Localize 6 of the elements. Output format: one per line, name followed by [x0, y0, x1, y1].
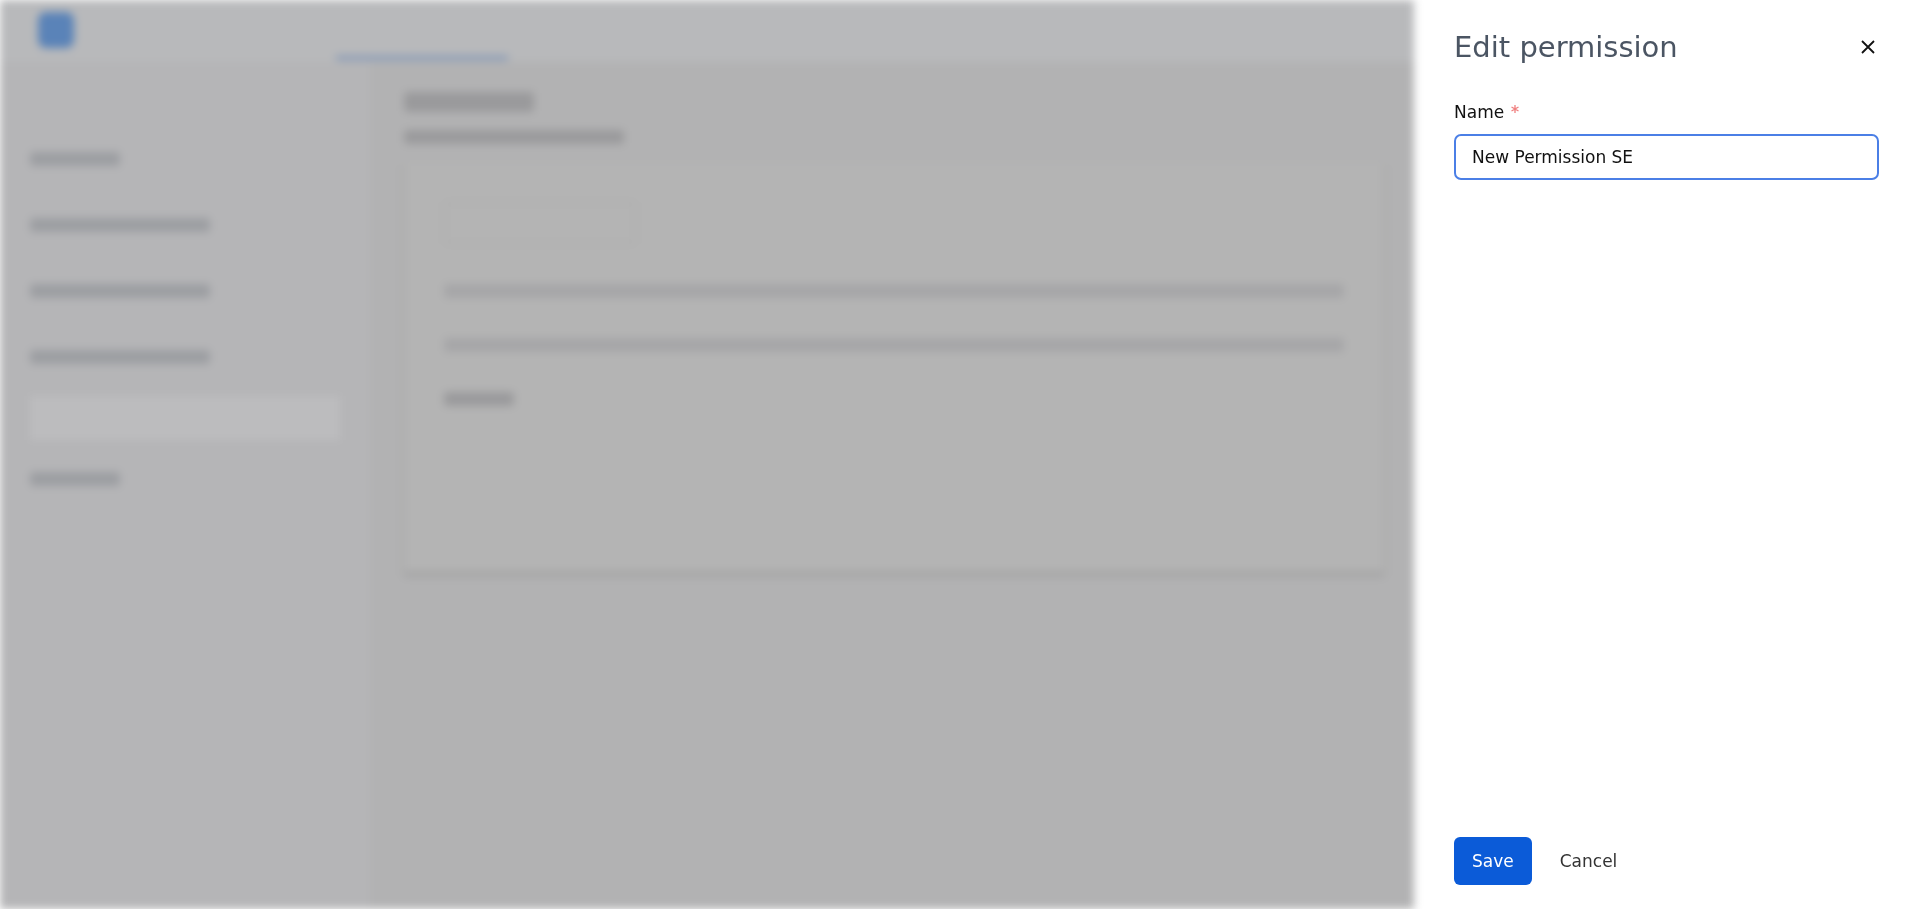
save-button[interactable]: Save: [1454, 837, 1532, 885]
name-input-field[interactable]: New Permission SE: [1454, 134, 1879, 180]
drawer-title: Edit permission: [1454, 30, 1678, 64]
close-icon[interactable]: [1861, 40, 1875, 54]
cancel-button[interactable]: Cancel: [1541, 837, 1636, 885]
field-label: Name: [1454, 102, 1505, 122]
